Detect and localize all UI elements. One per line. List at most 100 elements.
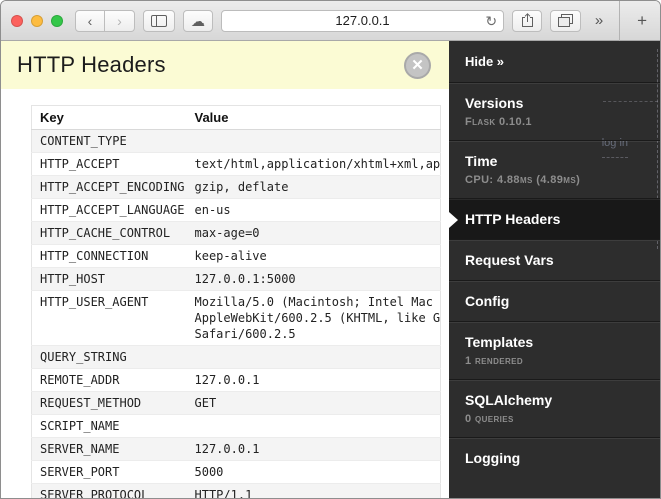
sidebar-item-config[interactable]: Config bbox=[449, 281, 660, 322]
tabs-icon bbox=[558, 14, 574, 27]
window-controls bbox=[11, 14, 63, 27]
sidebar-item-subtitle: 1 rendered bbox=[465, 355, 524, 367]
forward-icon: › bbox=[117, 12, 122, 29]
debug-panel: HTTP Headers ✕ Key Value CONTENT_TYPE HTT… bbox=[1, 41, 449, 498]
sidebar-item-subtitle: CPU: 4.88ms (4.89ms) bbox=[465, 174, 581, 186]
headers-table-wrap: Key Value CONTENT_TYPE HTTP_ACCEPT text/ht… bbox=[31, 105, 441, 498]
header-key-cell: SCRIPT_NAME bbox=[31, 414, 187, 438]
table-row: HTTP_USER_AGENT Mozilla/5.0 (Macintosh; I… bbox=[31, 290, 441, 346]
back-icon: ‹ bbox=[87, 12, 93, 29]
table-row: HTTP_CONNECTION keep-alive bbox=[31, 244, 441, 268]
cloud-icon: ☁ bbox=[191, 12, 205, 29]
toolbar-divider bbox=[619, 1, 621, 41]
header-value-cell: 127.0.0.1 bbox=[186, 437, 441, 461]
sidebar-item-logging[interactable]: Logging bbox=[449, 438, 660, 478]
sidebar-item-http-headers[interactable]: HTTP Headers bbox=[449, 199, 660, 240]
header-value-cell: en-us bbox=[186, 198, 441, 222]
header-key-cell: REMOTE_ADDR bbox=[31, 368, 187, 392]
page-content: HTTP Headers ✕ Key Value CONTENT_TYPE HTT… bbox=[1, 41, 660, 498]
header-key-cell: HTTP_USER_AGENT bbox=[31, 290, 187, 346]
header-key-cell: SERVER_PORT bbox=[31, 460, 187, 484]
table-row: HTTP_ACCEPT text/html,application/xhtml+x… bbox=[31, 152, 441, 176]
share-button[interactable] bbox=[512, 9, 543, 32]
traffic-light-close[interactable] bbox=[11, 14, 23, 27]
header-key-cell: HTTP_CACHE_CONTROL bbox=[31, 221, 187, 245]
history-navigation: ‹ › bbox=[75, 9, 135, 32]
table-row: HTTP_HOST 127.0.0.1:5000 bbox=[31, 267, 441, 291]
header-key-cell: HTTP_ACCEPT_ENCODING bbox=[31, 175, 187, 199]
sidebar-item-label: Logging bbox=[465, 450, 521, 466]
header-key-cell: HTTP_CONNECTION bbox=[31, 244, 187, 268]
close-icon: ✕ bbox=[411, 57, 424, 74]
header-value-cell bbox=[186, 129, 441, 153]
forward-button[interactable]: › bbox=[105, 9, 135, 32]
header-key-cell: SERVER_PROTOCOL bbox=[31, 483, 187, 498]
table-header-row: Key Value bbox=[31, 105, 441, 130]
chevron-overflow-icon: » bbox=[594, 11, 604, 29]
header-value-cell: 127.0.0.1 bbox=[186, 368, 441, 392]
close-panel-button[interactable]: ✕ bbox=[404, 51, 431, 79]
header-value-cell: 5000 bbox=[186, 460, 441, 484]
header-value-cell: keep-alive bbox=[186, 244, 441, 268]
table-row: SCRIPT_NAME bbox=[31, 414, 441, 438]
icloud-tabs-button[interactable]: ☁ bbox=[183, 9, 213, 32]
table-row: SERVER_PROTOCOL HTTP/1.1 bbox=[31, 483, 441, 498]
header-key-cell: CONTENT_TYPE bbox=[31, 129, 187, 153]
sidebar-item-label: Versions bbox=[465, 95, 524, 111]
table-row: HTTP_ACCEPT_ENCODING gzip, deflate bbox=[31, 175, 441, 199]
sidebar-item-subtitle: Flask 0.10.1 bbox=[465, 116, 532, 128]
header-value-cell: Mozilla/5.0 (Macintosh; Intel Mac O Appl… bbox=[186, 290, 441, 346]
table-row: SERVER_PORT 5000 bbox=[31, 460, 441, 484]
header-value-cell: max-age=0 bbox=[186, 221, 441, 245]
back-button[interactable]: ‹ bbox=[75, 9, 105, 32]
column-header-value: Value bbox=[186, 105, 441, 130]
sidebar-toggle-button[interactable] bbox=[143, 9, 175, 32]
traffic-light-minimize[interactable] bbox=[31, 14, 43, 27]
header-key-cell: QUERY_STRING bbox=[31, 345, 187, 369]
column-header-key: Key bbox=[31, 105, 187, 130]
sidebar-item-subtitle: 0 queries bbox=[465, 413, 514, 425]
debug-toolbar-sidebar: log in Hide » Versions Flask 0.10.1 Time… bbox=[449, 41, 660, 498]
header-key-cell: HTTP_ACCEPT_LANGUAGE bbox=[31, 198, 187, 222]
header-key-cell: HTTP_ACCEPT bbox=[31, 152, 187, 176]
browser-window: ‹ › ☁ 127.0.0.1 ↻ » + HTTP Headers ✕ Key… bbox=[0, 0, 661, 499]
sidebar-item-request-vars[interactable]: Request Vars bbox=[449, 240, 660, 281]
sidebar-item-label: Request Vars bbox=[465, 252, 554, 268]
header-value-cell: gzip, deflate bbox=[186, 175, 441, 199]
header-value-cell bbox=[186, 414, 441, 438]
header-value-cell: GET bbox=[186, 391, 441, 415]
table-row: HTTP_ACCEPT_LANGUAGE en-us bbox=[31, 198, 441, 222]
sidebar-item-sqlalchemy[interactable]: SQLAlchemy 0 queries bbox=[449, 380, 660, 438]
table-row: SERVER_NAME 127.0.0.1 bbox=[31, 437, 441, 461]
table-row: REQUEST_METHOD GET bbox=[31, 391, 441, 415]
sidebar-item-label: Time bbox=[465, 153, 498, 169]
header-value-cell: HTTP/1.1 bbox=[186, 483, 441, 498]
table-row: HTTP_CACHE_CONTROL max-age=0 bbox=[31, 221, 441, 245]
reload-icon[interactable]: ↻ bbox=[485, 12, 497, 30]
traffic-light-zoom[interactable] bbox=[51, 14, 63, 27]
table-row: CONTENT_TYPE bbox=[31, 129, 441, 153]
header-value-cell: text/html,application/xhtml+xml,app bbox=[186, 152, 441, 176]
table-row: REMOTE_ADDR 127.0.0.1 bbox=[31, 368, 441, 392]
sidebar-item-label: Templates bbox=[465, 334, 534, 350]
sidebar-item-label: HTTP Headers bbox=[465, 211, 561, 227]
browser-toolbar: ‹ › ☁ 127.0.0.1 ↻ » + bbox=[1, 1, 660, 41]
sidebar-item-templates[interactable]: Templates 1 rendered bbox=[449, 322, 660, 380]
header-key-cell: HTTP_HOST bbox=[31, 267, 187, 291]
sidebar-item-label: Config bbox=[465, 293, 510, 309]
header-key-cell: SERVER_NAME bbox=[31, 437, 187, 461]
share-icon bbox=[521, 13, 533, 27]
panel-header: HTTP Headers ✕ bbox=[1, 41, 449, 89]
new-tab-button[interactable]: + bbox=[630, 10, 654, 32]
hide-toolbar-button[interactable]: Hide » bbox=[449, 41, 660, 83]
tab-overview-button[interactable] bbox=[550, 9, 582, 32]
sidebar-item-versions[interactable]: Versions Flask 0.10.1 bbox=[449, 83, 660, 141]
sidebar-panes-icon bbox=[151, 14, 167, 27]
address-bar[interactable]: 127.0.0.1 ↻ bbox=[221, 9, 505, 32]
header-value-cell bbox=[186, 345, 441, 369]
header-value-cell: 127.0.0.1:5000 bbox=[186, 267, 441, 291]
panel-title: HTTP Headers bbox=[17, 52, 166, 77]
sidebar-item-time[interactable]: Time CPU: 4.88ms (4.89ms) bbox=[449, 141, 660, 199]
toolbar-overflow-button[interactable]: » bbox=[589, 10, 609, 32]
plus-icon: + bbox=[637, 10, 647, 30]
